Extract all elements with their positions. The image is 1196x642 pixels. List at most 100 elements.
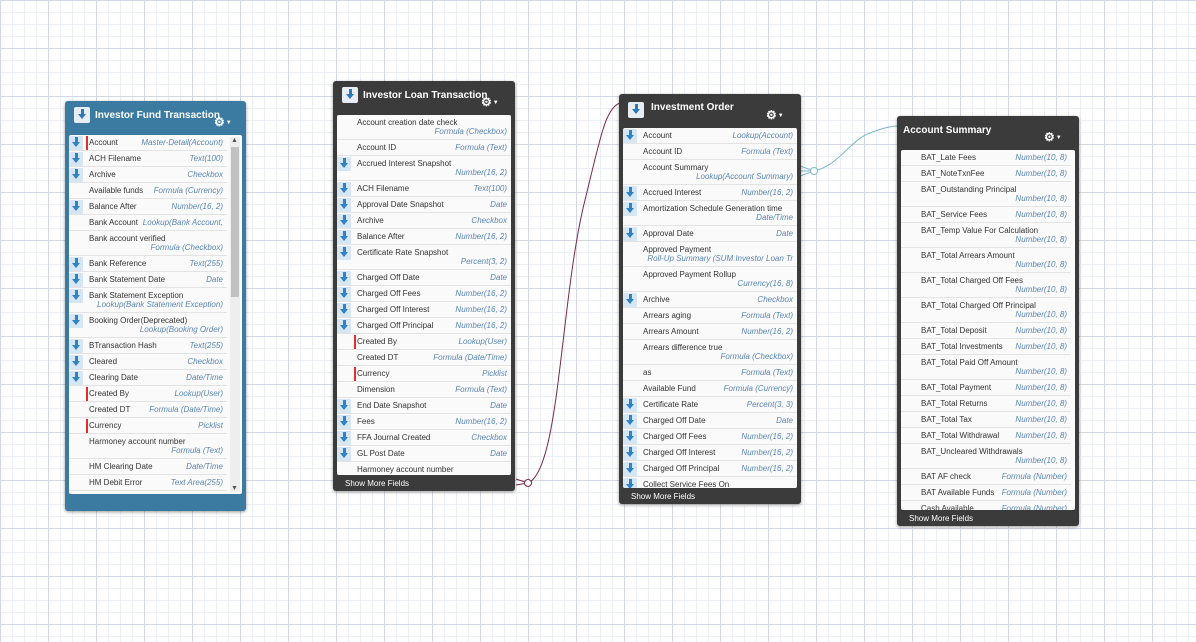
field-row[interactable]: FFA Journal Created Checkbox	[337, 430, 511, 446]
gear-icon[interactable]: ⚙▼	[1044, 130, 1062, 144]
scroll-down-icon[interactable]: ▼	[231, 485, 238, 492]
field-row[interactable]: Bank Statement Exception Lookup(Bank Stat…	[69, 288, 227, 313]
field-row[interactable]: Archive Checkbox	[337, 213, 511, 229]
scrollbar-thumb[interactable]	[231, 147, 239, 297]
field-row[interactable]: Harmoney account numberFormula (Text)	[337, 462, 511, 475]
field-row[interactable]: Fees Number(16, 2)	[337, 414, 511, 430]
field-row[interactable]: Approved Payment Roll-Up Summary (SUM Inv…	[623, 242, 797, 267]
field-row[interactable]: Approved Payment Rollup Currency(16, 8)	[623, 267, 797, 292]
field-row[interactable]: Charged Off Principal Number(16, 2)	[337, 318, 511, 334]
show-more-fields-link[interactable]: Show More Fields	[909, 514, 973, 523]
field-row[interactable]: Bank account verified Formula (Checkbox)	[69, 231, 227, 256]
field-row[interactable]: BAT Available Funds Formula (Number)	[901, 485, 1071, 501]
field-row[interactable]: Created By Lookup(User)	[337, 334, 511, 350]
field-row[interactable]: Bank Statement Date Date	[69, 272, 227, 288]
field-row[interactable]: Charged Off Interest Number(16, 2)	[623, 445, 797, 461]
field-row[interactable]: Available Fund Formula (Currency)	[623, 381, 797, 397]
card-header[interactable]: Account Summary ⚙▼	[897, 116, 1079, 146]
field-row[interactable]: Account Master-Detail(Account)	[69, 135, 227, 151]
field-row[interactable]: Currency Picklist	[69, 418, 227, 434]
field-row[interactable]: BAT_Late Fees Number(10, 8)	[901, 150, 1071, 166]
field-row[interactable]: Dimension Formula (Text)	[337, 382, 511, 398]
field-row[interactable]: Accrued Interest Number(16, 2)	[623, 185, 797, 201]
field-row[interactable]: Charged Off Principal Number(16, 2)	[623, 461, 797, 477]
field-row[interactable]: Available funds Formula (Currency)	[69, 183, 227, 199]
field-row[interactable]: Approval Date Snapshot Date	[337, 197, 511, 213]
field-row[interactable]: Charged Off Interest Number(16, 2)	[337, 302, 511, 318]
object-card-investment-order[interactable]: Investment Order ⚙▼ Account Lookup(Accoun…	[619, 94, 801, 504]
field-row[interactable]: Created DT Formula (Date/Time)	[69, 402, 227, 418]
field-row[interactable]: ACH Filename Text(100)	[337, 181, 511, 197]
field-list[interactable]: BAT_Late Fees Number(10, 8) BAT_NoteTxnFee…	[901, 150, 1075, 510]
field-list[interactable]: Account creation date check Formula (Chec…	[337, 115, 511, 475]
field-row[interactable]: Accrued Interest Snapshot Number(16, 2)	[337, 156, 511, 181]
field-row[interactable]: Charged Off Date Date	[623, 413, 797, 429]
card-header[interactable]: Investor Fund Transaction ⚙▼	[65, 101, 246, 131]
field-row[interactable]: BAT_Total Returns Number(10, 8)	[901, 396, 1071, 412]
field-row[interactable]: Harmoney account numberFormula (Text)	[69, 434, 227, 459]
field-row[interactable]: BAT_Total Paid Off Amount Number(10, 8)	[901, 355, 1071, 380]
field-row[interactable]: Cleared Checkbox	[69, 354, 227, 370]
gear-icon[interactable]: ⚙▼	[766, 108, 784, 122]
card-header[interactable]: Investment Order ⚙▼	[619, 94, 801, 124]
field-row[interactable]: HM Debit Error Text Area(255)	[69, 475, 227, 491]
field-row[interactable]: Arrears difference true Formula (Checkbox…	[623, 340, 797, 365]
object-card-investor-loan-transaction[interactable]: Investor Loan Transaction ⚙▼ Account cre…	[333, 81, 515, 491]
field-row[interactable]: Certificate Rate Percent(3, 3)	[623, 397, 797, 413]
field-list[interactable]: Account Lookup(Account) Account ID Formula …	[623, 128, 797, 488]
field-row[interactable]: BAT_Uncleared Withdrawals Number(10, 8)	[901, 444, 1071, 469]
field-row[interactable]: Created By Lookup(User)	[69, 386, 227, 402]
field-row[interactable]: as Formula (Text)	[623, 365, 797, 381]
field-row[interactable]: BAT_Service Fees Number(10, 8)	[901, 207, 1071, 223]
field-row[interactable]: ACH Filename Text(100)	[69, 151, 227, 167]
field-row[interactable]: Arrears aging Formula (Text)	[623, 308, 797, 324]
field-row[interactable]: Arrears Amount Number(16, 2)	[623, 324, 797, 340]
field-list[interactable]: Account Master-Detail(Account) ACH Filenam…	[69, 135, 242, 494]
field-row[interactable]: BTransaction Hash Text(255)	[69, 338, 227, 354]
field-row[interactable]: BAT_Total Tax Number(10, 8)	[901, 412, 1071, 428]
field-row[interactable]: GL Post Date Date	[337, 446, 511, 462]
field-row[interactable]: Balance After Number(16, 2)	[69, 199, 227, 215]
field-row[interactable]: BAT_Total Payment Number(10, 8)	[901, 380, 1071, 396]
field-row[interactable]: BAT_Total Charged Off Principal Number(10…	[901, 298, 1071, 323]
field-row[interactable]: BAT_Total Arrears Amount Number(10, 8)	[901, 248, 1071, 273]
scroll-up-icon[interactable]: ▲	[231, 137, 238, 144]
scrollbar[interactable]: ▲ ▼	[230, 137, 240, 492]
field-row[interactable]: Collect Service Fees On	[623, 477, 797, 488]
field-row[interactable]: Charged Off Fees Number(16, 2)	[623, 429, 797, 445]
field-row[interactable]: Balance After Number(16, 2)	[337, 229, 511, 245]
field-row[interactable]: Cash Available Formula (Number)	[901, 501, 1071, 510]
field-row[interactable]: BAT AF check Formula (Number)	[901, 469, 1071, 485]
field-row[interactable]: Account Summary Lookup(Account Summary)	[623, 160, 797, 185]
field-row[interactable]: Created DT Formula (Date/Time)	[337, 350, 511, 366]
field-row[interactable]: HM Clearing Date Date/Time	[69, 459, 227, 475]
field-row[interactable]: Bank Account Lookup(Bank Account,	[69, 215, 227, 231]
gear-icon[interactable]: ⚙▼	[481, 95, 499, 109]
field-row[interactable]: Amortization Schedule Generation time Dat…	[623, 201, 797, 226]
gear-icon[interactable]: ⚙▼	[214, 115, 232, 129]
field-row[interactable]: Certificate Rate Snapshot Percent(3, 2)	[337, 245, 511, 270]
field-row[interactable]: BAT_Total Investments Number(10, 8)	[901, 339, 1071, 355]
field-row[interactable]: Archive Checkbox	[69, 167, 227, 183]
show-more-fields-link[interactable]: Show More Fields	[631, 492, 695, 501]
field-row[interactable]: Clearing Date Date/Time	[69, 370, 227, 386]
field-row[interactable]: BAT_NoteTxnFee Number(10, 8)	[901, 166, 1071, 182]
field-row[interactable]: Archive Checkbox	[623, 292, 797, 308]
object-card-account-summary[interactable]: Account Summary ⚙▼ BAT_Late Fees Number(1…	[897, 116, 1079, 526]
field-row[interactable]: HM Payment ClearedCheckbox	[69, 491, 227, 494]
field-row[interactable]: Account Lookup(Account)	[623, 128, 797, 144]
field-row[interactable]: Account ID Formula (Text)	[623, 144, 797, 160]
field-row[interactable]: Charged Off Fees Number(16, 2)	[337, 286, 511, 302]
field-row[interactable]: BAT_Total Charged Off Fees Number(10, 8)	[901, 273, 1071, 298]
field-row[interactable]: Booking Order(Deprecated) Lookup(Booking …	[69, 313, 227, 338]
show-more-fields-link[interactable]: Show More Fields	[345, 479, 409, 488]
field-row[interactable]: BAT_Outstanding Principal Number(10, 8)	[901, 182, 1071, 207]
card-header[interactable]: Investor Loan Transaction ⚙▼	[333, 81, 515, 111]
field-row[interactable]: BAT_Total Deposit Number(10, 8)	[901, 323, 1071, 339]
field-row[interactable]: Approval Date Date	[623, 226, 797, 242]
field-row[interactable]: Account ID Formula (Text)	[337, 140, 511, 156]
field-row[interactable]: Account creation date check Formula (Chec…	[337, 115, 511, 140]
field-row[interactable]: End Date Snapshot Date	[337, 398, 511, 414]
field-row[interactable]: Currency Picklist	[337, 366, 511, 382]
field-row[interactable]: Charged Off Date Date	[337, 270, 511, 286]
